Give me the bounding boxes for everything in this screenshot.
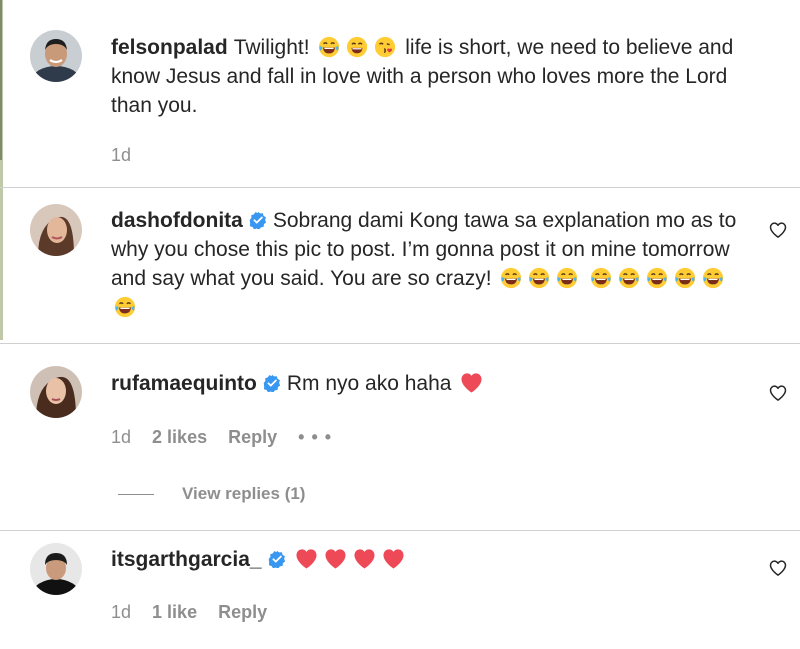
- red-heart-emoji-icon: [382, 548, 405, 569]
- tears-of-joy-emoji-icon: [528, 267, 550, 289]
- likes-count[interactable]: 1 like: [152, 602, 197, 622]
- verified-badge-icon: [263, 374, 281, 392]
- tears-of-joy-emoji-icon: [618, 267, 640, 289]
- likes-count[interactable]: 2 likes: [152, 427, 207, 447]
- tears-of-joy-emoji-icon: [702, 267, 724, 289]
- tears-of-joy-emoji-icon: [674, 267, 696, 289]
- avatar[interactable]: [30, 543, 82, 595]
- comment-text: dashofdonita Sobrang dami Kong tawa sa ex…: [111, 206, 751, 322]
- username[interactable]: itsgarthgarcia_: [111, 548, 262, 571]
- red-heart-emoji-icon: [324, 548, 347, 569]
- reply-button[interactable]: Reply: [228, 427, 277, 447]
- comment-body: Rm nyo ako haha: [286, 372, 452, 395]
- comment-meta: 1d 2 likes Reply • • •: [111, 427, 348, 448]
- divider: [0, 530, 800, 531]
- comment-text: felsonpalad Twilight! life is short, we n…: [111, 33, 751, 120]
- tears-of-joy-emoji-icon: [500, 267, 522, 289]
- face-blowing-kiss-emoji-icon: [374, 36, 396, 58]
- comment-time[interactable]: 1d: [111, 427, 131, 447]
- red-heart-emoji-icon: [295, 548, 318, 569]
- heart-outline-icon[interactable]: [768, 220, 788, 240]
- view-replies-label[interactable]: View replies (1): [182, 484, 305, 503]
- tears-of-joy-emoji-icon: [318, 36, 340, 58]
- avatar[interactable]: [30, 204, 82, 256]
- comment-text: rufamaequinto Rm nyo ako haha: [111, 369, 751, 398]
- comment-meta: 1d: [111, 145, 147, 166]
- comment-time[interactable]: 1d: [111, 602, 131, 622]
- tears-of-joy-emoji-icon: [556, 267, 578, 289]
- comment-text: itsgarthgarcia_: [111, 545, 751, 574]
- red-heart-emoji-icon: [353, 548, 376, 569]
- comment-meta: 1d 1 like Reply: [111, 602, 283, 623]
- avatar[interactable]: [30, 366, 82, 418]
- red-heart-emoji-icon: [460, 372, 483, 393]
- heart-outline-icon[interactable]: [768, 558, 788, 578]
- divider: [0, 187, 800, 188]
- username[interactable]: rufamaequinto: [111, 372, 257, 395]
- tears-of-joy-emoji-icon: [114, 296, 136, 318]
- more-options-button[interactable]: • • •: [298, 427, 332, 447]
- tears-of-joy-emoji-icon: [590, 267, 612, 289]
- reply-button[interactable]: Reply: [218, 602, 267, 622]
- username[interactable]: felsonpalad: [111, 36, 228, 59]
- comment-time[interactable]: 1d: [111, 145, 131, 165]
- tears-of-joy-emoji-icon: [646, 267, 668, 289]
- username[interactable]: dashofdonita: [111, 209, 243, 232]
- verified-badge-icon: [249, 211, 267, 229]
- comment-text-start: Twilight!: [233, 36, 310, 59]
- view-replies-line: [118, 494, 154, 496]
- verified-badge-icon: [268, 550, 286, 568]
- view-replies-button[interactable]: View replies (1): [118, 484, 305, 504]
- heart-outline-icon[interactable]: [768, 383, 788, 403]
- grinning-emoji-icon: [346, 36, 368, 58]
- avatar[interactable]: [30, 30, 82, 82]
- left-edge-strip-dark: [0, 0, 2, 160]
- divider: [0, 343, 800, 344]
